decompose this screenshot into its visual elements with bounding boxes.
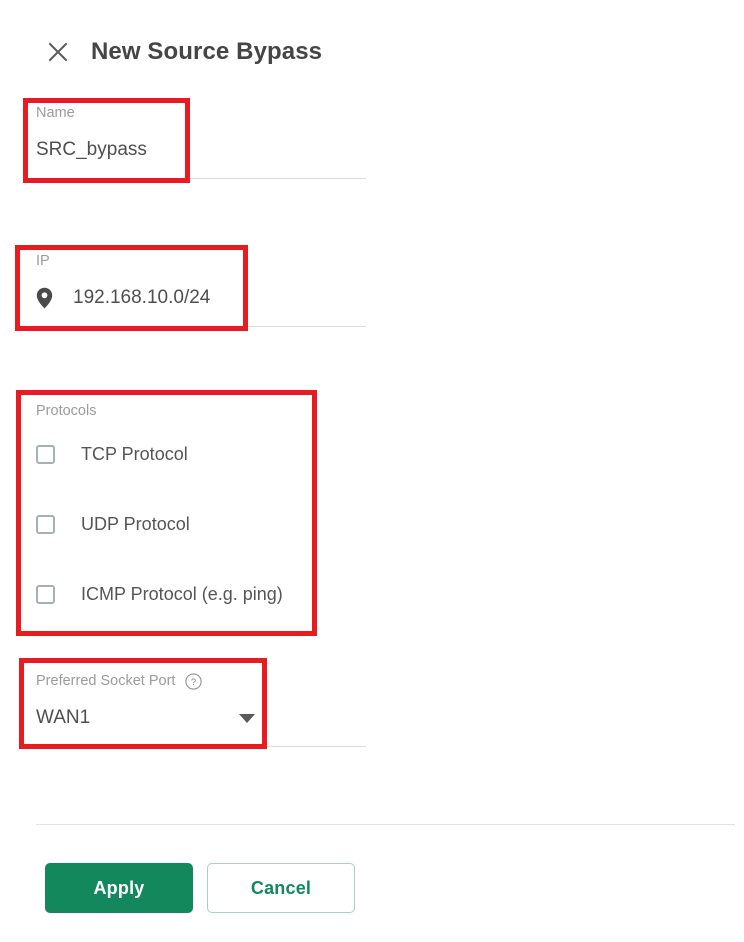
ip-label: IP bbox=[36, 253, 50, 269]
checkbox-udp[interactable] bbox=[36, 514, 55, 534]
checkbox-label-tcp: TCP Protocol bbox=[81, 444, 188, 464]
name-field[interactable]: Name SRC_bypass bbox=[36, 104, 366, 179]
close-button[interactable] bbox=[42, 36, 74, 68]
dialog-header: New Source Bypass bbox=[0, 0, 744, 92]
socket-port-underline bbox=[36, 746, 366, 747]
socket-port-select[interactable]: WAN1 bbox=[36, 704, 257, 732]
socket-port-label: Preferred Socket Port bbox=[36, 673, 176, 689]
ip-field[interactable]: IP 192.168.10.0/24 bbox=[36, 252, 366, 327]
protocols-label: Protocols bbox=[36, 403, 97, 419]
ip-input[interactable]: 192.168.10.0/24 bbox=[73, 284, 210, 312]
cancel-button[interactable]: Cancel bbox=[207, 863, 355, 913]
protocols-group: Protocols TCP Protocol UDP Protocol ICMP… bbox=[36, 402, 366, 606]
checkbox-row-udp[interactable]: UDP Protocol bbox=[36, 512, 366, 536]
footer-divider bbox=[36, 824, 735, 825]
checkbox-tcp[interactable] bbox=[36, 444, 55, 464]
socket-port-field[interactable]: Preferred Socket Port ? WAN1 bbox=[36, 672, 366, 747]
location-pin-icon bbox=[36, 286, 58, 310]
chevron-down-icon[interactable] bbox=[239, 713, 255, 723]
checkbox-icmp[interactable] bbox=[36, 584, 55, 604]
checkbox-row-tcp[interactable]: TCP Protocol bbox=[36, 442, 366, 466]
checkbox-label-icmp: ICMP Protocol (e.g. ping) bbox=[81, 584, 283, 604]
footer-actions: Apply Cancel bbox=[45, 863, 355, 913]
checkbox-label-udp: UDP Protocol bbox=[81, 514, 190, 534]
close-icon bbox=[46, 40, 70, 64]
name-underline bbox=[36, 178, 366, 179]
name-input[interactable]: SRC_bypass bbox=[36, 136, 366, 164]
ip-underline bbox=[36, 326, 366, 327]
page-title: New Source Bypass bbox=[91, 38, 323, 65]
socket-port-value: WAN1 bbox=[36, 707, 91, 728]
name-label: Name bbox=[36, 105, 75, 121]
help-circle-icon[interactable]: ? bbox=[185, 672, 203, 690]
apply-button[interactable]: Apply bbox=[45, 863, 193, 913]
checkbox-row-icmp[interactable]: ICMP Protocol (e.g. ping) bbox=[36, 582, 366, 606]
svg-text:?: ? bbox=[191, 677, 196, 688]
